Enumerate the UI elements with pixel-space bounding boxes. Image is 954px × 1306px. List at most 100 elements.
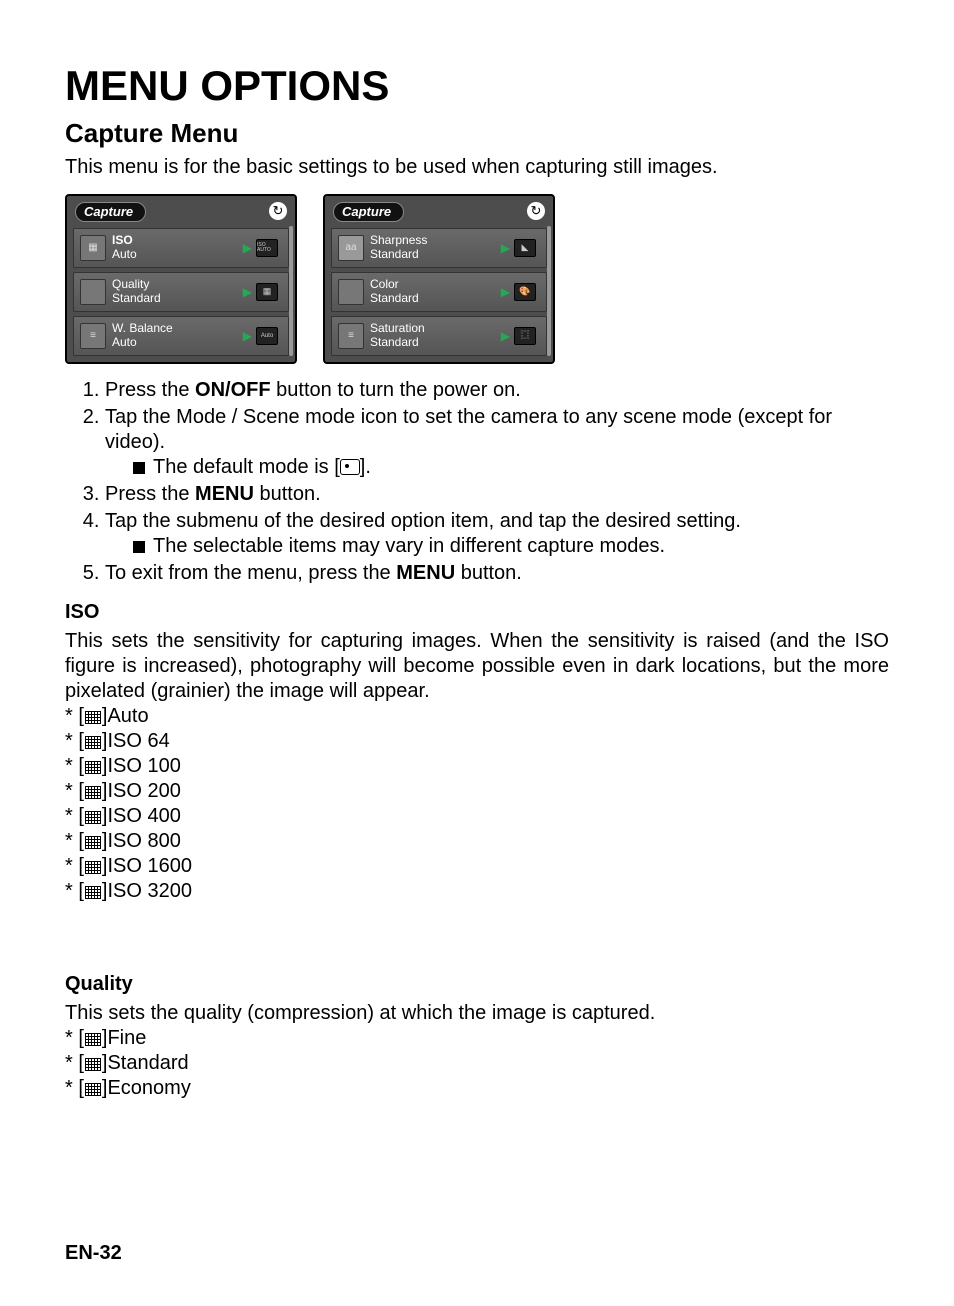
step-2: Tap the Mode / Scene mode icon to set th… — [105, 405, 889, 480]
quality-fine-icon — [85, 1033, 101, 1046]
list-item: * []ISO 400 — [65, 804, 889, 829]
capture-screen-2: Capture ↻ aa SharpnessStandard ▶ ◣ Color… — [323, 194, 555, 364]
list-item: * []ISO 1600 — [65, 854, 889, 879]
quality-heading: Quality — [65, 972, 889, 997]
iso-options: * []Auto * []ISO 64 * []ISO 100 * []ISO … — [65, 704, 889, 904]
step-sub-text: ]. — [360, 456, 371, 478]
list-item: * []ISO 800 — [65, 829, 889, 854]
list-item: * []Fine — [65, 1026, 889, 1051]
section-title: Capture Menu — [65, 117, 889, 150]
iso-400-icon — [85, 811, 101, 824]
step-text: Tap the Mode / Scene mode icon to set th… — [105, 406, 832, 453]
iso-1600-icon — [85, 861, 101, 874]
step-5: To exit from the menu, press the MENU bu… — [105, 561, 889, 586]
step-text: To exit from the menu, press the — [105, 562, 396, 584]
scrollbar[interactable] — [289, 226, 293, 356]
list-item: * []ISO 3200 — [65, 879, 889, 904]
chevron-right-icon: ▶ — [501, 241, 510, 256]
page-footer: EN-32 — [65, 1241, 889, 1266]
row-title: Saturation — [370, 321, 425, 335]
menu-row-saturation[interactable]: ≡ SaturationStandard ▶ ⿴ — [331, 316, 547, 356]
step-sub-text: The selectable items may vary in differe… — [153, 535, 665, 557]
option-text: ISO 3200 — [107, 880, 192, 902]
option-text: ISO 800 — [107, 830, 180, 852]
refresh-icon[interactable]: ↻ — [527, 202, 545, 220]
row-title: W. Balance — [112, 321, 173, 335]
menu-row-color[interactable]: ColorStandard ▶ 🎨 — [331, 272, 547, 312]
quality-icon — [80, 279, 106, 305]
screenshot-group: Capture ↻ ▦ ISOAuto ▶ ISO AUTO QualitySt… — [65, 194, 889, 364]
camera-mode-icon — [340, 459, 360, 475]
row-sub: Standard — [370, 291, 419, 305]
row-title: Color — [370, 277, 399, 291]
bullet-icon — [133, 541, 145, 553]
chevron-right-icon: ▶ — [243, 329, 252, 344]
step-text: Press the — [105, 379, 195, 401]
chevron-right-icon: ▶ — [243, 285, 252, 300]
tab-header: Capture — [75, 202, 146, 222]
capture-screen-1: Capture ↻ ▦ ISOAuto ▶ ISO AUTO QualitySt… — [65, 194, 297, 364]
bullet-icon — [133, 462, 145, 474]
list-item: * []ISO 100 — [65, 754, 889, 779]
option-text: ISO 200 — [107, 780, 180, 802]
step-bold: MENU — [195, 483, 254, 505]
tab-label[interactable]: Capture — [75, 202, 146, 222]
chevron-right-icon: ▶ — [243, 241, 252, 256]
option-text: ISO 1600 — [107, 855, 192, 877]
quality-options: * []Fine * []Standard * []Economy — [65, 1026, 889, 1101]
row-title: Quality — [112, 277, 149, 291]
menu-row-sharpness[interactable]: aa SharpnessStandard ▶ ◣ — [331, 228, 547, 268]
iso-3200-icon — [85, 886, 101, 899]
list-item: * []Economy — [65, 1076, 889, 1101]
iso-800-icon — [85, 836, 101, 849]
iso-icon: ▦ — [80, 235, 106, 261]
chevron-right-icon: ▶ — [501, 329, 510, 344]
tab-label[interactable]: Capture — [333, 202, 404, 222]
option-text: Auto — [107, 705, 148, 727]
quality-economy-icon — [85, 1083, 101, 1096]
chevron-right-icon: ▶ — [501, 285, 510, 300]
list-item: * []ISO 200 — [65, 779, 889, 804]
step-text: button to turn the power on. — [271, 379, 521, 401]
iso-heading: ISO — [65, 600, 889, 625]
row-sub: Standard — [112, 291, 161, 305]
iso-description: This sets the sensitivity for capturing … — [65, 629, 889, 704]
iso-auto-icon — [85, 711, 101, 724]
list-item: * []Standard — [65, 1051, 889, 1076]
option-text: ISO 64 — [107, 730, 169, 752]
option-text: Fine — [107, 1027, 146, 1049]
value-icon: 🎨 — [514, 283, 536, 301]
iso-200-icon — [85, 786, 101, 799]
step-text: button. — [254, 483, 321, 505]
list-item: * []Auto — [65, 704, 889, 729]
sharpness-icon: aa — [338, 235, 364, 261]
option-text: ISO 100 — [107, 755, 180, 777]
list-item: * []ISO 64 — [65, 729, 889, 754]
menu-row-wbalance[interactable]: ≡ W. BalanceAuto ▶ Auto — [73, 316, 289, 356]
quality-description: This sets the quality (compression) at w… — [65, 1001, 889, 1026]
refresh-icon[interactable]: ↻ — [269, 202, 287, 220]
row-title: Sharpness — [370, 233, 427, 247]
step-bold: MENU — [396, 562, 455, 584]
menu-row-iso[interactable]: ▦ ISOAuto ▶ ISO AUTO — [73, 228, 289, 268]
intro-text: This menu is for the basic settings to b… — [65, 155, 889, 180]
step-1: Press the ON/OFF button to turn the powe… — [105, 378, 889, 403]
option-text: Standard — [107, 1052, 188, 1074]
row-title: ISO — [112, 233, 133, 247]
value-icon: Auto — [256, 327, 278, 345]
scrollbar[interactable] — [547, 226, 551, 356]
value-icon: ▦ — [256, 283, 278, 301]
step-text: Press the — [105, 483, 195, 505]
menu-row-quality[interactable]: QualityStandard ▶ ▦ — [73, 272, 289, 312]
steps-list: Press the ON/OFF button to turn the powe… — [65, 378, 889, 586]
wb-icon: ≡ — [80, 323, 106, 349]
color-icon — [338, 279, 364, 305]
step-4: Tap the submenu of the desired option it… — [105, 509, 889, 559]
value-icon: ISO AUTO — [256, 239, 278, 257]
step-sub-text: The default mode is [ — [153, 456, 340, 478]
quality-standard-icon — [85, 1058, 101, 1071]
saturation-icon: ≡ — [338, 323, 364, 349]
tab-header: Capture — [333, 202, 404, 222]
step-text: Tap the submenu of the desired option it… — [105, 510, 741, 532]
option-text: Economy — [107, 1077, 190, 1099]
